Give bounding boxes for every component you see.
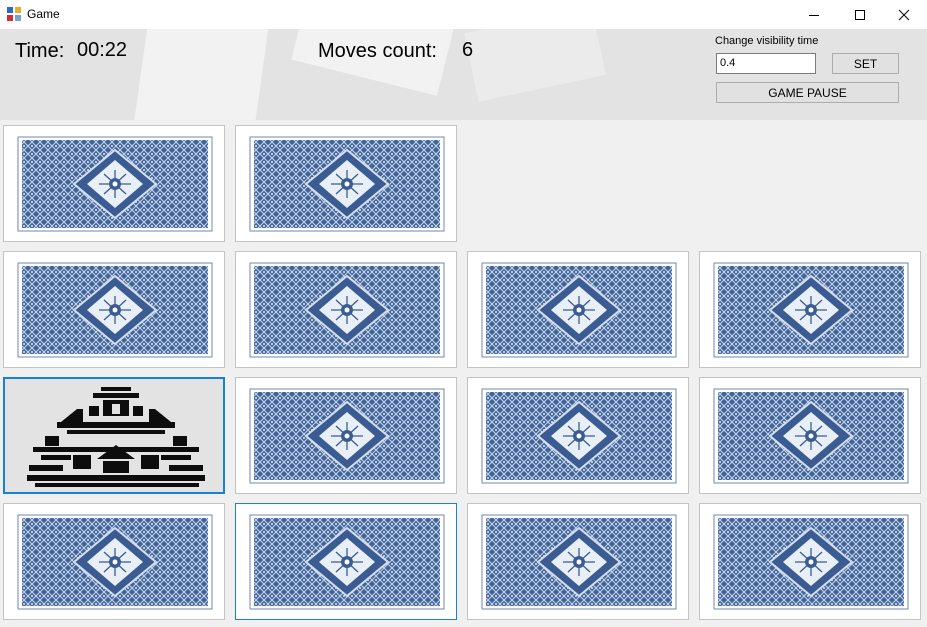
card-back[interactable] — [235, 377, 457, 494]
card-back[interactable] — [3, 125, 225, 242]
visibility-time-input[interactable]: 0.4 — [716, 53, 816, 74]
minimize-button[interactable] — [791, 0, 837, 29]
card-back[interactable] — [467, 377, 689, 494]
card-board — [0, 120, 927, 627]
card-back-pattern-icon — [17, 262, 213, 358]
card-back[interactable] — [3, 503, 225, 620]
card-back[interactable] — [467, 503, 689, 620]
window-title: Game — [27, 7, 60, 21]
app-icon — [7, 7, 21, 21]
card-back[interactable] — [235, 251, 457, 368]
background-decoration — [130, 29, 270, 120]
card-back-pattern-icon — [481, 514, 677, 610]
castle-icon — [27, 387, 205, 487]
card-back[interactable] — [699, 377, 921, 494]
card-back[interactable] — [467, 251, 689, 368]
close-icon — [898, 9, 910, 20]
card-back-pattern-icon — [481, 388, 677, 484]
card-back-pattern-icon — [713, 514, 909, 610]
card-back-pattern-icon — [249, 262, 445, 358]
hud-panel: Time: 00:22 Moves count: 6 Change visibi… — [0, 29, 927, 120]
card-back-pattern-icon — [249, 514, 445, 610]
maximize-icon — [855, 9, 865, 20]
card-back[interactable] — [699, 251, 921, 368]
visibility-time-label: Change visibility time — [715, 35, 819, 47]
minimize-icon — [809, 14, 819, 16]
card-back-pattern-icon — [17, 136, 213, 232]
moves-label: Moves count: — [318, 40, 437, 62]
time-label: Time: — [15, 40, 65, 62]
game-pause-button[interactable]: GAME PAUSE — [716, 82, 899, 103]
maximize-button[interactable] — [837, 0, 883, 29]
card-back-pattern-icon — [249, 136, 445, 232]
card-back[interactable] — [3, 251, 225, 368]
card-back[interactable] — [235, 503, 457, 620]
card-back[interactable] — [699, 503, 921, 620]
card-back-pattern-icon — [17, 514, 213, 610]
title-bar[interactable]: Game — [0, 0, 927, 29]
card-back-pattern-icon — [481, 262, 677, 358]
background-decoration — [464, 29, 606, 102]
moves-value: 6 — [462, 39, 474, 61]
card-face-up[interactable] — [3, 377, 225, 494]
card-back[interactable] — [235, 125, 457, 242]
time-value: 00:22 — [77, 39, 128, 61]
close-button[interactable] — [881, 0, 927, 29]
card-back-pattern-icon — [249, 388, 445, 484]
set-button[interactable]: SET — [832, 53, 899, 74]
card-back-pattern-icon — [713, 388, 909, 484]
card-back-pattern-icon — [713, 262, 909, 358]
